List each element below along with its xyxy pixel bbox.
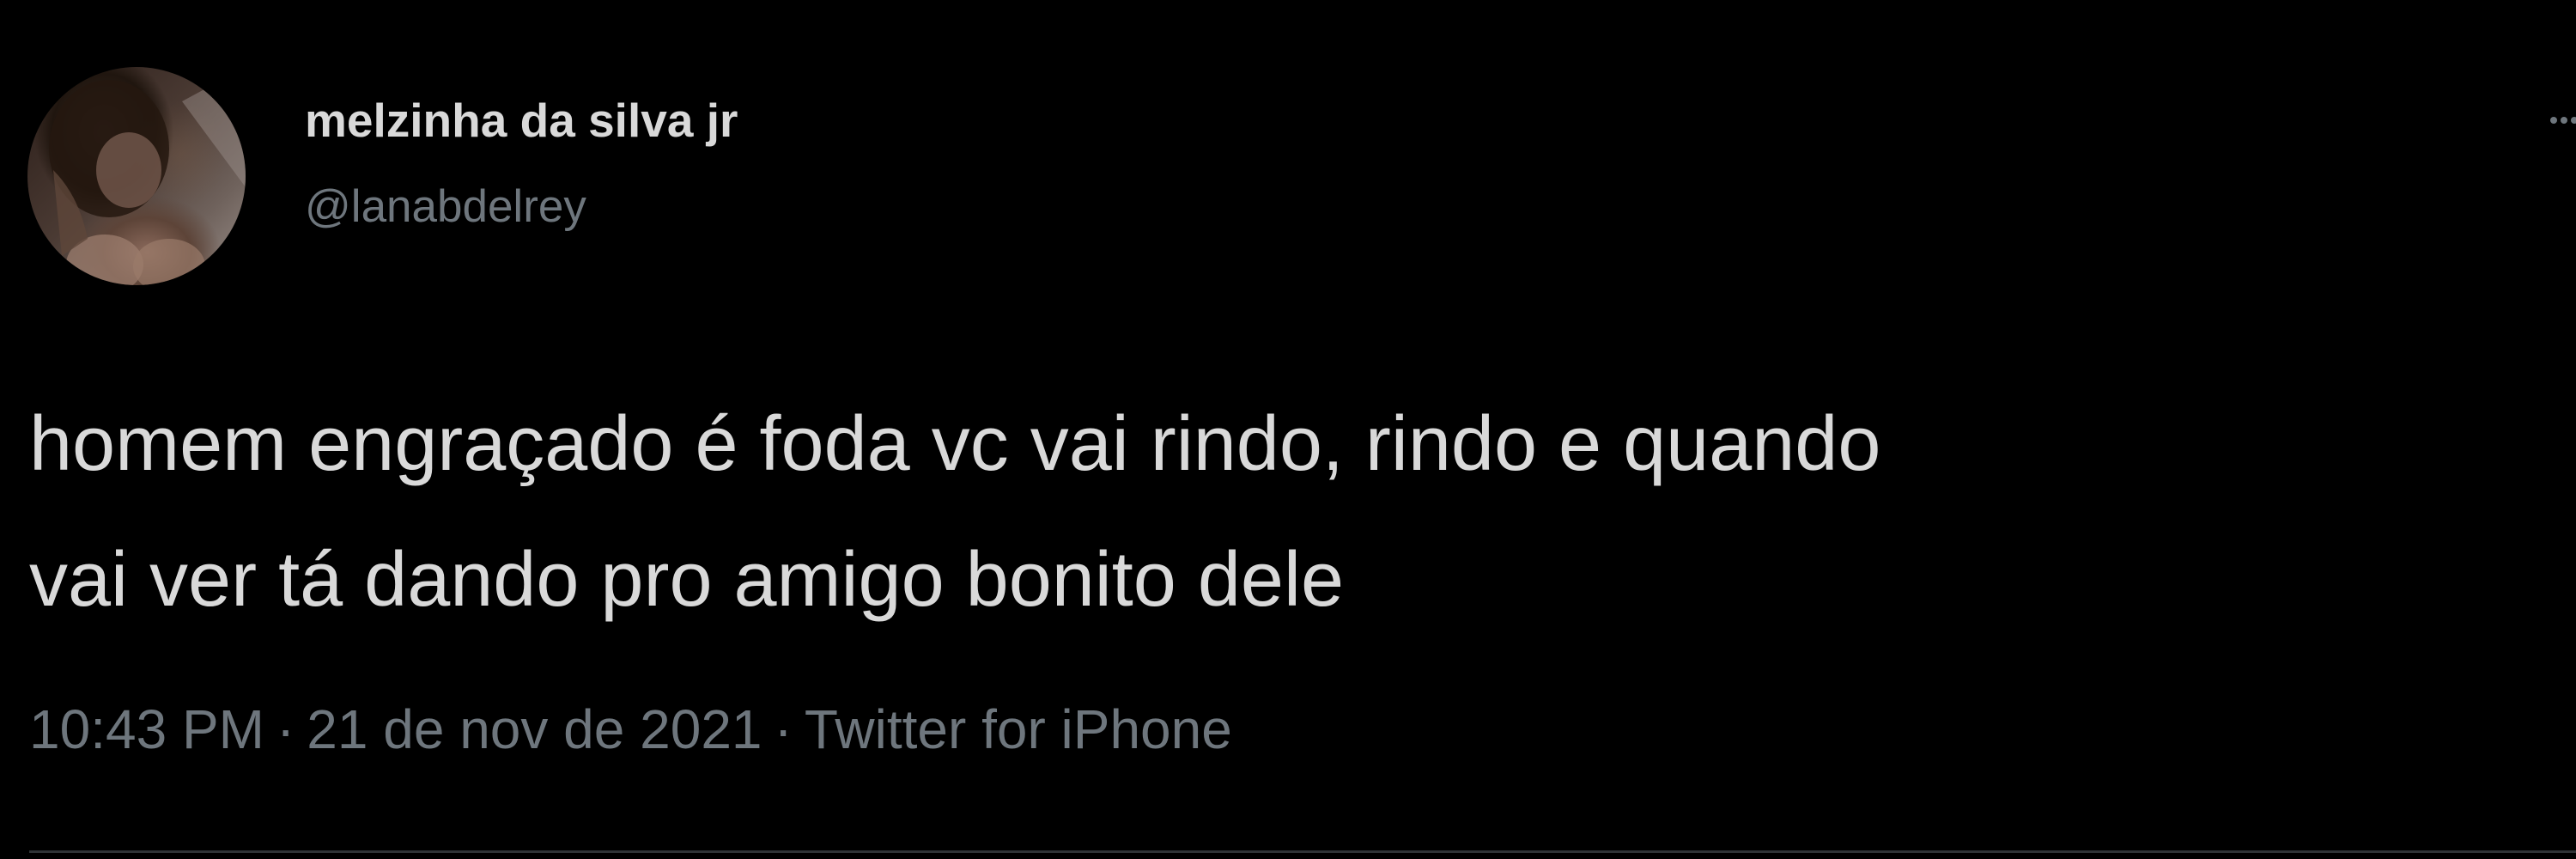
display-name[interactable]: melzinha da silva jr [305,93,738,148]
tweet-time[interactable]: 10:43 PM [29,698,264,760]
tweet-date[interactable]: 21 de nov de 2021 [307,698,762,760]
avatar[interactable] [27,67,246,285]
user-handle[interactable]: @lanabdelrey [305,180,586,233]
tweet-card: melzinha da silva jr @lanabdelrey homem … [0,0,2576,859]
more-dot-icon [2550,117,2557,124]
avatar-image [49,67,246,285]
divider [29,850,2576,853]
tweet-text-line: homem engraçado é foda vc vai rindo, rin… [29,401,1881,487]
more-dot-icon [2561,117,2567,124]
tweet-text: homem engraçado é foda vc vai rindo, rin… [29,376,2554,648]
more-options-icon[interactable] [2550,115,2576,132]
meta-separator: · [774,698,793,760]
tweet-source[interactable]: Twitter for iPhone [805,698,1232,760]
tweet-text-line: vai ver tá dando pro amigo bonito dele [29,537,1345,623]
meta-separator: · [276,698,295,760]
more-dot-icon [2571,117,2576,124]
tweet-metadata: 10:43 PM · 21 de nov de 2021 · Twitter for i… [29,698,1232,761]
